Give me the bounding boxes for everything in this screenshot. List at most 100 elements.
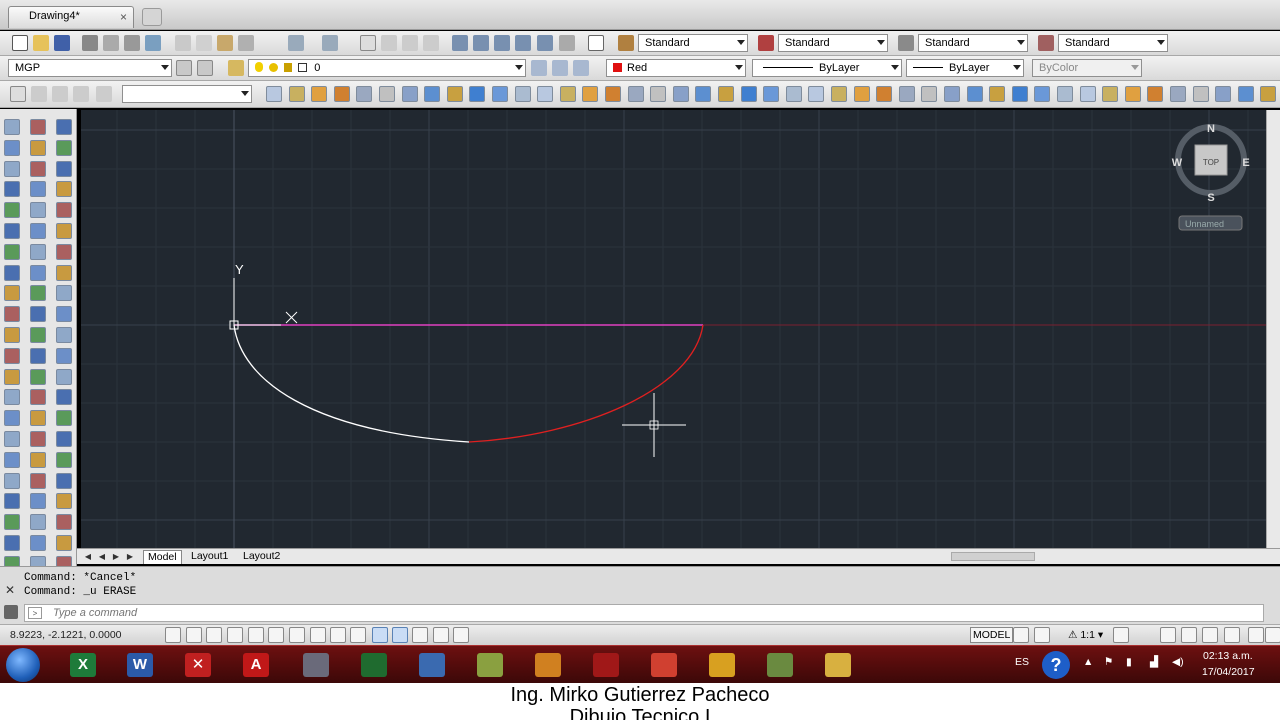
tool-icon[interactable] bbox=[515, 86, 531, 102]
palette-tool-icon[interactable] bbox=[56, 119, 72, 135]
status-tool-icon[interactable] bbox=[1202, 627, 1218, 643]
tool-icon[interactable] bbox=[628, 86, 644, 102]
flag-icon[interactable]: ⚑ bbox=[1104, 656, 1113, 668]
new-icon[interactable] bbox=[12, 35, 28, 51]
undo-icon[interactable] bbox=[288, 35, 304, 51]
tool-icon[interactable] bbox=[718, 86, 734, 102]
zoom-window-icon[interactable] bbox=[52, 86, 68, 102]
tool-icon[interactable] bbox=[334, 86, 350, 102]
lineweight-select[interactable]: ByLayer bbox=[906, 59, 1024, 77]
paste-icon[interactable] bbox=[217, 35, 233, 51]
tray-expand-icon[interactable]: ▲ bbox=[1083, 656, 1093, 668]
tool-icon[interactable] bbox=[1102, 86, 1118, 102]
palette-tool-icon[interactable] bbox=[30, 161, 46, 177]
palette-tool-icon[interactable] bbox=[30, 306, 46, 322]
tool-icon[interactable] bbox=[605, 86, 621, 102]
tool-icon[interactable] bbox=[944, 86, 960, 102]
palette-tool-icon[interactable] bbox=[4, 348, 20, 364]
palette-tool-icon[interactable] bbox=[4, 389, 20, 405]
status-tool-icon[interactable] bbox=[1113, 627, 1129, 643]
make-current-layer-icon[interactable] bbox=[531, 60, 547, 76]
palette-tool-icon[interactable] bbox=[30, 389, 46, 405]
copy-icon[interactable] bbox=[196, 35, 212, 51]
app-icon[interactable] bbox=[406, 649, 458, 681]
status-tool-icon[interactable] bbox=[1181, 627, 1197, 643]
palette-tool-icon[interactable] bbox=[56, 181, 72, 197]
help-icon[interactable] bbox=[588, 35, 604, 51]
excel-icon[interactable]: X bbox=[57, 649, 109, 681]
new-tab-button[interactable] bbox=[142, 8, 162, 26]
properties-icon[interactable] bbox=[452, 35, 468, 51]
drafting-toggle-icon[interactable] bbox=[372, 627, 388, 643]
zoom-realtime-icon[interactable] bbox=[381, 35, 397, 51]
pan-icon[interactable] bbox=[360, 35, 376, 51]
plot-icon[interactable] bbox=[82, 35, 98, 51]
workspace-select[interactable]: MGP bbox=[8, 59, 172, 77]
palette-tool-icon[interactable] bbox=[30, 223, 46, 239]
tool-icon[interactable] bbox=[402, 86, 418, 102]
palette-tool-icon[interactable] bbox=[56, 514, 72, 530]
tool-icon[interactable] bbox=[311, 86, 327, 102]
tool-icon[interactable] bbox=[289, 86, 305, 102]
palette-tool-icon[interactable] bbox=[4, 140, 20, 156]
volume-icon[interactable]: ◀) bbox=[1172, 656, 1184, 668]
folder-icon[interactable] bbox=[464, 649, 516, 681]
tool-icon[interactable] bbox=[379, 86, 395, 102]
design-center-icon[interactable] bbox=[473, 35, 489, 51]
chrome-icon[interactable] bbox=[638, 649, 690, 681]
table-style-select[interactable]: Standard bbox=[918, 34, 1028, 52]
text-style-select[interactable]: Standard bbox=[638, 34, 748, 52]
palette-tool-icon[interactable] bbox=[30, 265, 46, 281]
palette-tool-icon[interactable] bbox=[30, 244, 46, 260]
tool-icon[interactable] bbox=[1034, 86, 1050, 102]
drafting-toggle-icon[interactable] bbox=[310, 627, 326, 643]
app-icon[interactable] bbox=[522, 649, 574, 681]
mleader-style-icon[interactable] bbox=[1038, 35, 1054, 51]
palette-tool-icon[interactable] bbox=[4, 473, 20, 489]
coordinate-readout[interactable]: 8.9223, -2.1221, 0.0000 bbox=[10, 629, 122, 641]
annotation-scale[interactable]: ⚠ 1:1 ▾ bbox=[1068, 629, 1103, 641]
sheet-set-icon[interactable] bbox=[515, 35, 531, 51]
tool-icon[interactable] bbox=[1080, 86, 1096, 102]
palette-tool-icon[interactable] bbox=[56, 327, 72, 343]
document-tab[interactable]: Drawing4* × bbox=[8, 6, 134, 28]
publish-icon[interactable] bbox=[124, 35, 140, 51]
clock-date[interactable]: 17/04/2017 bbox=[1202, 666, 1255, 678]
palette-tool-icon[interactable] bbox=[30, 119, 46, 135]
tool-icon[interactable] bbox=[854, 86, 870, 102]
command-input[interactable] bbox=[53, 605, 1253, 621]
tool-icon[interactable] bbox=[695, 86, 711, 102]
view-select[interactable] bbox=[122, 85, 252, 103]
drafting-toggle-icon[interactable] bbox=[165, 627, 181, 643]
drafting-toggle-icon[interactable] bbox=[412, 627, 428, 643]
table-style-icon[interactable] bbox=[898, 35, 914, 51]
wrench-icon[interactable] bbox=[4, 605, 18, 619]
model-space[interactable]: Y TOP N S E W Unnamed bbox=[81, 110, 1266, 548]
palette-tool-icon[interactable] bbox=[4, 223, 20, 239]
tool-icon[interactable] bbox=[1193, 86, 1209, 102]
close-icon[interactable]: ✕ bbox=[5, 583, 15, 597]
palette-tool-icon[interactable] bbox=[30, 493, 46, 509]
globe-icon[interactable] bbox=[348, 649, 400, 681]
palette-tool-icon[interactable] bbox=[56, 223, 72, 239]
palette-tool-icon[interactable] bbox=[56, 535, 72, 551]
cut-icon[interactable] bbox=[175, 35, 191, 51]
tool-icon[interactable] bbox=[469, 86, 485, 102]
palette-tool-icon[interactable] bbox=[4, 514, 20, 530]
status-tool-icon[interactable] bbox=[1034, 627, 1050, 643]
tool-icon[interactable] bbox=[808, 86, 824, 102]
palette-tool-icon[interactable] bbox=[56, 140, 72, 156]
tool-icon[interactable] bbox=[582, 86, 598, 102]
palette-tool-icon[interactable] bbox=[56, 410, 72, 426]
explorer-icon[interactable] bbox=[812, 649, 864, 681]
status-tool-icon[interactable] bbox=[1265, 627, 1280, 643]
language-indicator[interactable]: ES bbox=[1015, 656, 1029, 668]
tool-icon[interactable] bbox=[537, 86, 553, 102]
drafting-toggle-icon[interactable] bbox=[350, 627, 366, 643]
first-layout-icon[interactable]: ◀ bbox=[83, 551, 93, 562]
tab-layout1[interactable]: Layout1 bbox=[187, 550, 232, 564]
calculator-icon[interactable] bbox=[559, 35, 575, 51]
tool-icon[interactable] bbox=[1125, 86, 1141, 102]
customize-icon[interactable] bbox=[197, 60, 213, 76]
model-space-button[interactable]: MODEL bbox=[970, 627, 1014, 643]
